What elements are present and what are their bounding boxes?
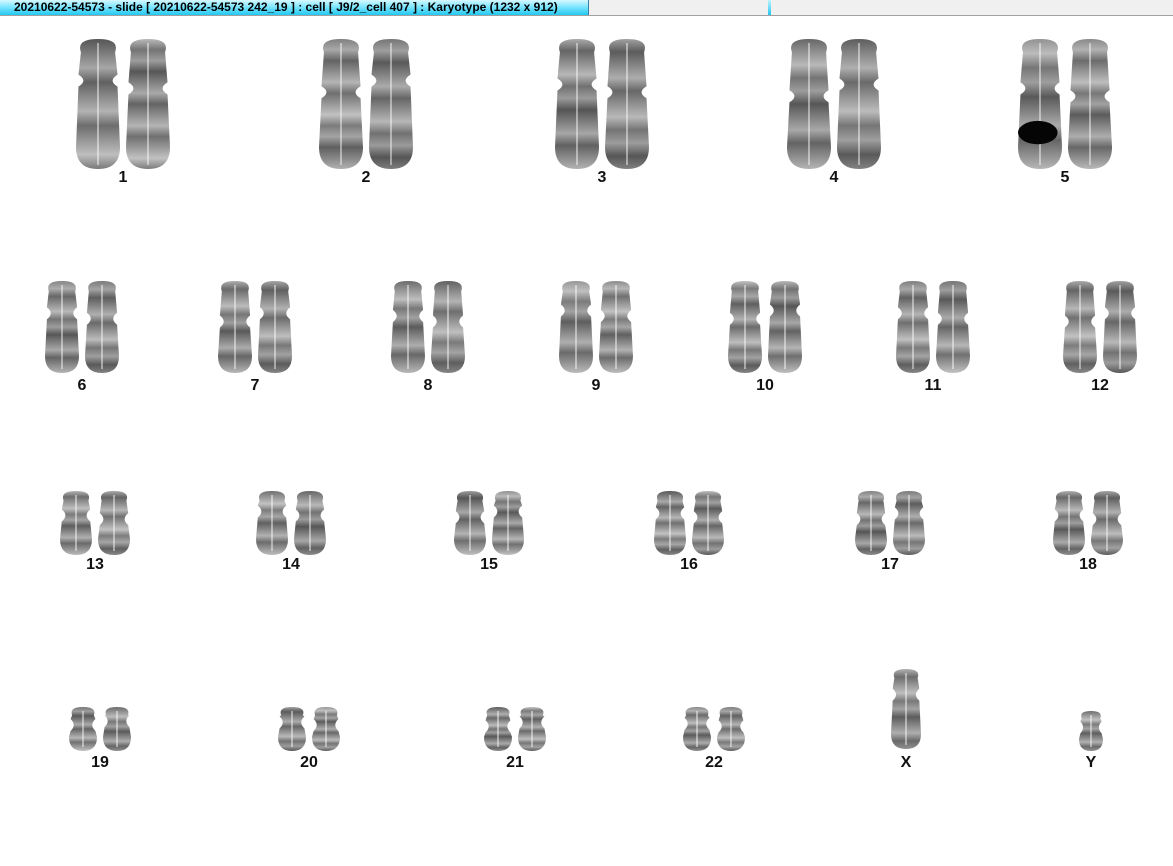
chromosome-pair-5[interactable]: [1018, 39, 1112, 169]
chromosome-pair-10[interactable]: [728, 281, 802, 373]
chromosome-slot-13[interactable]: [60, 491, 130, 555]
chromosome-label: 16: [680, 556, 698, 573]
chromosome-pair-9[interactable]: [559, 281, 633, 373]
chromosome-slot-8[interactable]: [391, 281, 465, 373]
chromosome-slot-4[interactable]: [787, 39, 881, 169]
chromosome-slot-7[interactable]: [218, 281, 292, 373]
chromosome-label: 13: [86, 556, 104, 573]
chromosome-pair-2[interactable]: [319, 39, 413, 169]
chromosome-pair-1[interactable]: [76, 39, 170, 169]
chromosome-pair-18[interactable]: [1053, 491, 1123, 555]
chromosome-slot-6[interactable]: [45, 281, 119, 373]
window-title: 20210622-54573 - slide [ 20210622-54573 …: [14, 0, 558, 14]
chromosome-slot-12[interactable]: [1063, 281, 1137, 373]
chromosome-pair-20[interactable]: [278, 707, 340, 751]
chromosome-label: 12: [1091, 377, 1109, 394]
title-bar-splitter[interactable]: [768, 0, 771, 15]
chromosome-pair-21[interactable]: [484, 707, 546, 751]
chromosome-label: 7: [250, 377, 260, 394]
chromosome-label: 4: [829, 169, 839, 186]
chromosome-slot-y[interactable]: [1079, 711, 1103, 751]
chromosome-slot-19[interactable]: [69, 707, 131, 751]
title-bar-spacer: [589, 0, 769, 15]
chromosome-slot-17[interactable]: [855, 491, 925, 555]
chromosome-pair-14[interactable]: [256, 491, 326, 555]
chromosome-label: 14: [282, 556, 300, 573]
chromosome-label: 5: [1060, 169, 1070, 186]
chromosome-pair-22[interactable]: [683, 707, 745, 751]
chromosome-pair-19[interactable]: [69, 707, 131, 751]
karyotype-window: 20210622-54573 - slide [ 20210622-54573 …: [0, 0, 1173, 866]
chromosome-label: 10: [756, 377, 774, 394]
chromosome-slot-10[interactable]: [728, 281, 802, 373]
chromosome-label: X: [900, 754, 912, 771]
dark-signal-blob: [1018, 120, 1058, 145]
chromosome-label: 2: [361, 169, 371, 186]
chromosome-slot-2[interactable]: [319, 39, 413, 169]
chromosome-label: 17: [881, 556, 899, 573]
chromosome-label: 22: [705, 754, 723, 771]
chromosome-pair-6[interactable]: [45, 281, 119, 373]
chromosome-slot-15[interactable]: [454, 491, 524, 555]
chromosome-pair-11[interactable]: [896, 281, 970, 373]
chromosome-pair-y[interactable]: [1079, 711, 1103, 751]
chromosome-pair-4[interactable]: [787, 39, 881, 169]
chromosome-slot-21[interactable]: [484, 707, 546, 751]
chromosome-pair-13[interactable]: [60, 491, 130, 555]
active-title-tab[interactable]: 20210622-54573 - slide [ 20210622-54573 …: [0, 0, 589, 15]
chromosome-label: 20: [300, 754, 318, 771]
chromosome-label: 9: [591, 377, 601, 394]
chromosome-pair-7[interactable]: [218, 281, 292, 373]
chromosome-pair-3[interactable]: [555, 39, 649, 169]
title-bar: 20210622-54573 - slide [ 20210622-54573 …: [0, 0, 1173, 16]
chromosome-slot-3[interactable]: [555, 39, 649, 169]
chromosome-label: 11: [924, 377, 942, 394]
chromosome-slot-11[interactable]: [896, 281, 970, 373]
chromosome-label: 6: [77, 377, 87, 394]
chromosome-pair-12[interactable]: [1063, 281, 1137, 373]
chromosome-slot-x[interactable]: [891, 669, 921, 749]
chromosome-slot-14[interactable]: [256, 491, 326, 555]
chromosome-slot-9[interactable]: [559, 281, 633, 373]
chromosome-slot-5[interactable]: [1018, 39, 1112, 169]
chromosome-pair-16[interactable]: [654, 491, 724, 555]
chromosome-pair-8[interactable]: [391, 281, 465, 373]
chromosome-slot-22[interactable]: [683, 707, 745, 751]
chromosome-label: 15: [480, 556, 498, 573]
chromosome-label: Y: [1085, 754, 1097, 771]
chromosome-label: 21: [506, 754, 524, 771]
chromosome-label: 8: [423, 377, 433, 394]
chromosome-slot-1[interactable]: [76, 39, 170, 169]
karyogram: 1 2 3 4 5 6 7 8 9 10 11 12 13 14 15 16 17 18 19 20 21 22 X Y: [0, 17, 1173, 866]
chromosome-pair-17[interactable]: [855, 491, 925, 555]
chromosome-slot-20[interactable]: [278, 707, 340, 751]
chromosome-pair-15[interactable]: [454, 491, 524, 555]
chromosome-slot-16[interactable]: [654, 491, 724, 555]
chromosome-pair-x[interactable]: [891, 669, 921, 749]
chromosome-slot-18[interactable]: [1053, 491, 1123, 555]
chromosome-label: 18: [1079, 556, 1097, 573]
chromosome-label: 3: [597, 169, 607, 186]
chromosome-label: 1: [118, 169, 128, 186]
chromosome-label: 19: [91, 754, 109, 771]
